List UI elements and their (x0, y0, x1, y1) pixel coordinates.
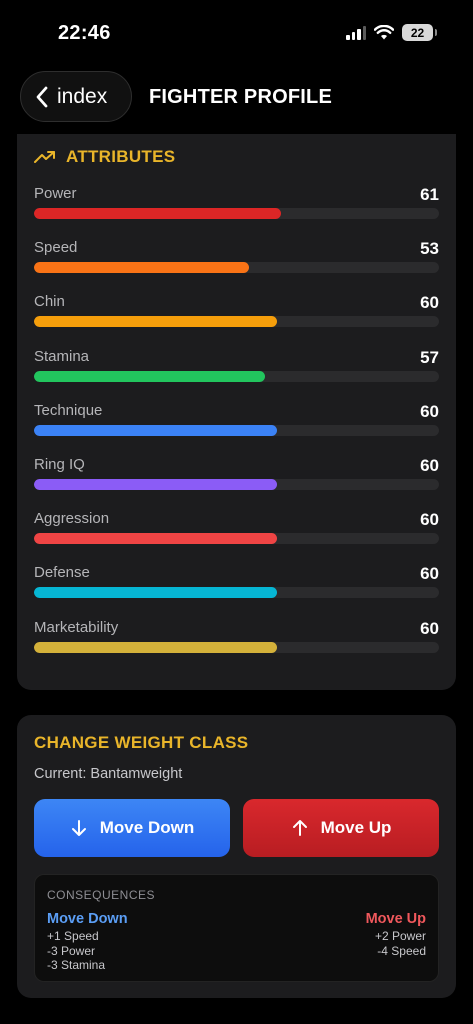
attribute-row-technique: Technique 60 (34, 402, 439, 442)
move-up-label: Move Up (320, 818, 392, 837)
move-up-consequences-title: Move Up (365, 911, 426, 927)
attribute-label: Power (34, 185, 77, 202)
consequence-item: +2 Power (374, 929, 426, 943)
status-time: 22:46 (58, 22, 111, 44)
attribute-row-speed: Speed 53 (34, 239, 439, 279)
move-down-consequences-title: Move Down (47, 911, 128, 927)
attribute-bar-fill (34, 208, 282, 219)
attribute-value: 60 (420, 618, 439, 638)
attribute-label: Technique (34, 401, 103, 419)
page-title: FIGHTER PROFILE (149, 86, 332, 108)
battery-icon: 22 (402, 24, 437, 41)
attribute-value: 60 (420, 564, 439, 584)
attribute-bar-fill (34, 479, 277, 490)
arrow-up-icon (292, 820, 307, 836)
attribute-value: 60 (420, 510, 439, 530)
attribute-bar-track (34, 262, 439, 274)
consequences-panel: CONSEQUENCES Move Down +1 Speed -3 Power… (34, 874, 439, 982)
consequences-title: CONSEQUENCES (47, 888, 156, 902)
attribute-label: Ring IQ (34, 456, 85, 473)
status-bar: 22:46 22 (0, 0, 473, 64)
current-weight-class: Current: Bantamweight (34, 766, 183, 782)
attribute-bar-fill (34, 424, 277, 436)
attribute-label: Stamina (34, 347, 90, 365)
attribute-bar-fill (34, 370, 265, 382)
consequence-item: -4 Speed (377, 943, 426, 958)
move-down-consequences: Move Down +1 Speed -3 Power -3 Stamina (47, 911, 128, 973)
attributes-header: ATTRIBUTES (34, 147, 175, 167)
attribute-label: Defense (34, 564, 90, 582)
attributes-card: ATTRIBUTES Power 61 Speed 53 Chin 60 Stamina 57… (17, 134, 456, 690)
attribute-bar-track (34, 479, 439, 490)
attribute-row-marketability: Marketability 60 (34, 619, 439, 659)
attribute-value: 53 (420, 239, 439, 259)
attribute-row-aggression: Aggression 60 (34, 510, 439, 550)
attribute-row-ring-iq: Ring IQ 60 (34, 456, 439, 496)
attribute-bar-fill (34, 316, 277, 328)
battery-level: 22 (410, 25, 425, 40)
attribute-bar-track (34, 587, 439, 599)
attribute-row-chin: Chin 60 (34, 293, 439, 333)
attribute-value: 60 (420, 456, 439, 475)
wifi-icon (374, 25, 394, 40)
attribute-value: 61 (420, 185, 439, 204)
attribute-row-defense: Defense 60 (34, 564, 439, 604)
cellular-signal-icon (346, 25, 366, 40)
attribute-row-stamina: Stamina 57 (34, 348, 439, 388)
arrow-down-icon (71, 820, 86, 836)
attribute-bar-fill (34, 641, 277, 653)
attribute-value: 57 (420, 347, 439, 367)
attribute-label: Speed (34, 239, 78, 257)
move-up-consequences: Move Up +2 Power -4 Speed (366, 911, 426, 958)
weight-class-card: CHANGE WEIGHT CLASS Current: Bantamweigh… (17, 715, 456, 998)
navigation-bar: index FIGHTER PROFILE (0, 66, 473, 128)
consequence-item: -3 Stamina (47, 958, 106, 972)
chevron-left-icon (36, 86, 48, 107)
attribute-bar-fill (34, 262, 249, 274)
attribute-bar-track (34, 316, 439, 328)
attribute-value: 60 (420, 293, 439, 313)
attribute-row-power: Power 61 (34, 185, 439, 225)
move-down-label: Move Down (99, 818, 195, 837)
attribute-bar-fill (34, 533, 277, 545)
attribute-bar-track (34, 370, 439, 382)
attribute-value: 60 (420, 401, 439, 421)
attribute-label: Marketability (34, 618, 119, 636)
attributes-title: ATTRIBUTES (66, 147, 176, 166)
trending-up-icon (34, 151, 55, 163)
attribute-bar-track (34, 424, 439, 436)
attribute-bar-track (34, 208, 439, 219)
attribute-label: Aggression (34, 510, 110, 528)
attribute-label: Chin (34, 293, 65, 311)
attribute-bar-fill (34, 587, 277, 599)
consequence-item: +1 Speed (47, 929, 99, 943)
consequence-item: -3 Power (47, 943, 96, 958)
attribute-bar-track (34, 641, 439, 653)
move-up-button[interactable]: Move Up (243, 799, 439, 857)
status-icons: 22 (346, 24, 437, 41)
move-down-button[interactable]: Move Down (34, 799, 230, 857)
attribute-bar-track (34, 533, 439, 545)
back-button-label: index (57, 84, 108, 108)
back-button[interactable]: index (20, 71, 132, 122)
weight-class-title: CHANGE WEIGHT CLASS (34, 733, 249, 752)
